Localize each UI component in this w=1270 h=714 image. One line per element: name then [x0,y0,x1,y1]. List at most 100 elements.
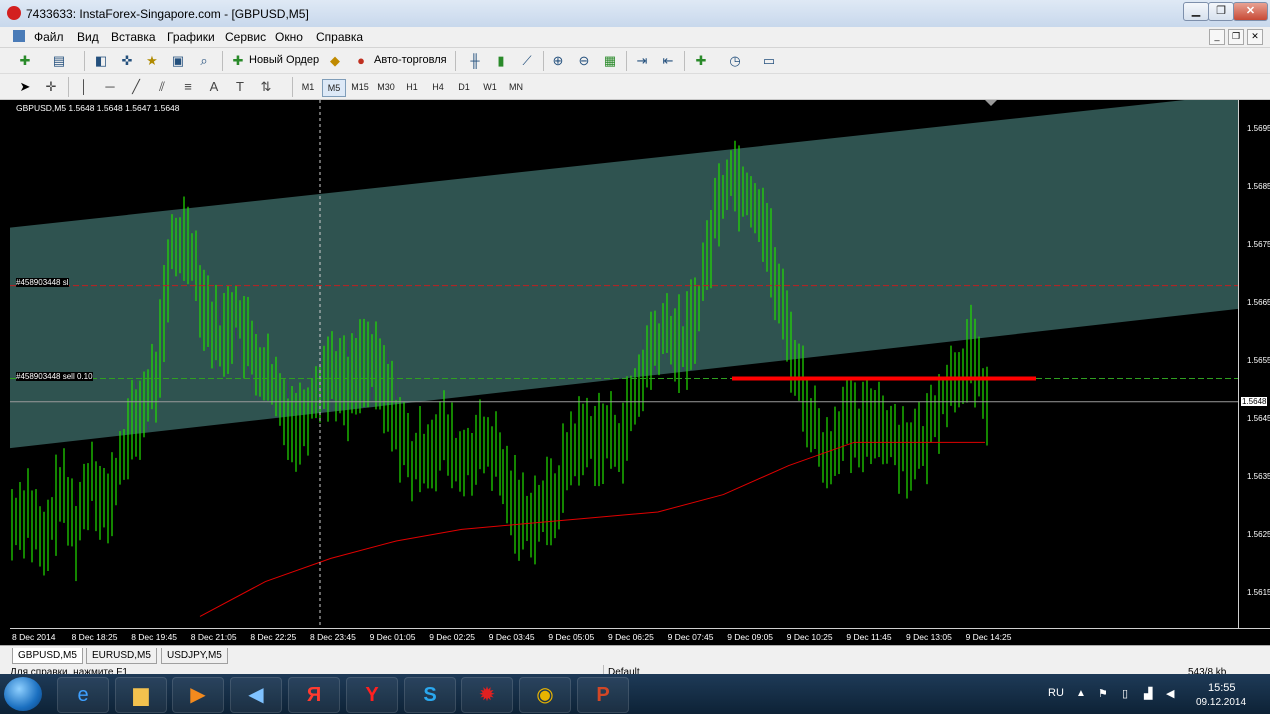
yandex-icon[interactable]: Я [288,677,340,713]
tile-windows-icon[interactable]: ▦ [601,52,619,70]
time-tick-label: 9 Dec 11:45 [846,632,892,642]
yandex-browser-icon[interactable]: Y [346,677,398,713]
terminal-icon[interactable]: ▣ [169,52,187,70]
price-tick-label: 1.5625 [1247,530,1270,540]
new-order-button[interactable]: Новый Ордер [249,54,319,66]
explorer-icon[interactable]: ▆ [115,677,167,713]
toolbar-separator [626,51,627,71]
data-window-icon[interactable]: ✜ [118,52,136,70]
fibonacci-icon[interactable]: ≡ [179,78,197,96]
title-bar: 7433633: InstaForex-Singapore.com - [GBP… [0,0,1270,28]
zoom-in-icon[interactable]: ⊕ [549,52,567,70]
sound-icon[interactable]: ◀ [230,677,282,713]
timeframe-m1[interactable]: M1 [297,79,319,95]
mdi-restore-icon[interactable]: ❐ [1228,29,1244,45]
clock-time[interactable]: 15:55 [1208,682,1236,694]
time-tick-label: 9 Dec 14:25 [965,632,1012,642]
timeframe-w1[interactable]: W1 [479,79,501,95]
time-tick-label: 9 Dec 01:05 [369,632,416,642]
timeframe-h4[interactable]: H4 [427,79,449,95]
skype-icon[interactable]: S [404,677,456,713]
menu-view[interactable]: Вид [77,30,99,44]
cursor-icon[interactable]: ➤ [16,78,34,96]
tray-show-hidden-icon[interactable]: ▲ [1076,688,1086,699]
ie-icon[interactable]: e [57,677,109,713]
new-order-icon[interactable]: ✚ [229,52,247,70]
toolbar-separator [543,51,544,71]
price-tick-label: 1.5615 [1247,588,1270,598]
autoscroll-icon[interactable]: ⇥ [633,52,651,70]
start-button[interactable] [4,677,42,711]
tab-gbpusd[interactable]: GBPUSD,M5 [12,648,83,664]
time-tick-label: 8 Dec 19:45 [131,632,178,642]
indicators-icon[interactable]: ✚ [692,52,710,70]
tab-usdjpy[interactable]: USDJPY,M5 [161,648,228,664]
timeframe-h1[interactable]: H1 [401,79,423,95]
timeframe-m30[interactable]: M30 [375,79,397,95]
zoom-out-icon[interactable]: ⊖ [575,52,593,70]
mdi-close-icon[interactable]: ✕ [1247,29,1263,45]
meta-editor-icon[interactable]: ◆ [326,52,344,70]
stop-loss-label: #458903448 sl [16,278,69,287]
trendline-icon[interactable]: ╱ [127,78,145,96]
maximize-button[interactable]: ❐ [1208,2,1234,21]
text-label-icon[interactable]: T [231,78,249,96]
time-tick-label: 9 Dec 06:25 [608,632,654,642]
horizontal-line-icon[interactable]: ─ [101,78,119,96]
vertical-line-icon[interactable]: │ [75,78,93,96]
time-tick-label: 9 Dec 05:05 [548,632,595,642]
line-chart-icon[interactable]: ⟋ [518,52,536,70]
toolbar-separator [222,51,223,71]
language-indicator[interactable]: RU [1048,687,1064,699]
strategy-tester-icon[interactable]: ⌕ [195,52,213,70]
tray-battery-icon[interactable]: ▯ [1122,687,1128,700]
auto-trading-button[interactable]: Авто-торговля [374,54,447,66]
time-tick-label: 9 Dec 02:25 [429,632,476,642]
tray-network-icon[interactable]: ▟ [1144,687,1152,700]
chart-window-icon [13,30,25,42]
timeframe-d1[interactable]: D1 [453,79,475,95]
market-watch-icon[interactable]: ◧ [92,52,110,70]
time-tick-label: 9 Dec 10:25 [786,632,833,642]
minimize-button[interactable]: ▁ [1183,2,1209,21]
equidistant-channel-icon[interactable]: ⫽ [153,78,171,96]
instaforex-icon[interactable]: ✹ [461,677,513,713]
drawing-toolbar: ➤ ✛ │ ─ ╱ ⫽ ≡ A T ⇅ M1 M5 M15 M30 H1 H4 … [0,74,1270,100]
profiles-icon[interactable]: ▤ [50,52,68,70]
text-icon[interactable]: A [205,78,223,96]
menu-window[interactable]: Окно [275,30,303,44]
auto-trading-icon[interactable]: ● [352,52,370,70]
candlestick-icon[interactable]: ▮ [492,52,510,70]
price-tick-label: 1.5635 [1247,472,1270,482]
time-tick-label: 9 Dec 13:05 [906,632,952,642]
new-chart-icon[interactable]: ✚ [16,52,34,70]
time-tick-label: 8 Dec 22:25 [250,632,297,642]
mdi-minimize-icon[interactable]: _ [1209,29,1225,45]
periods-icon[interactable]: ◷ [726,52,744,70]
time-tick-label: 9 Dec 03:45 [488,632,535,642]
timeframe-m15[interactable]: M15 [349,79,371,95]
menu-file[interactable]: Файл [34,30,64,44]
clock-date[interactable]: 09.12.2014 [1196,697,1246,708]
price-chart[interactable] [10,100,1238,628]
media-player-icon[interactable]: ▶ [172,677,224,713]
menu-tools[interactable]: Сервис [225,30,266,44]
tray-volume-icon[interactable]: ◀ [1166,687,1174,700]
close-button[interactable]: ✕ [1233,2,1268,21]
timeframe-m5[interactable]: M5 [322,79,346,97]
chart-shift-icon[interactable]: ⇤ [659,52,677,70]
chrome-icon[interactable]: ◉ [519,677,571,713]
tray-flag-icon[interactable]: ⚑ [1098,687,1108,700]
powerpoint-icon[interactable]: P [577,677,629,713]
menu-help[interactable]: Справка [316,30,363,44]
bar-chart-icon[interactable]: ╫ [466,52,484,70]
crosshair-icon[interactable]: ✛ [42,78,60,96]
tab-eurusd[interactable]: EURUSD,M5 [86,648,157,664]
menu-insert[interactable]: Вставка [111,30,156,44]
price-tick-label: 1.5695 [1247,124,1270,133]
templates-icon[interactable]: ▭ [760,52,778,70]
menu-charts[interactable]: Графики [167,30,215,44]
timeframe-mn[interactable]: MN [505,79,527,95]
navigator-icon[interactable]: ★ [143,52,161,70]
arrows-icon[interactable]: ⇅ [257,78,275,96]
